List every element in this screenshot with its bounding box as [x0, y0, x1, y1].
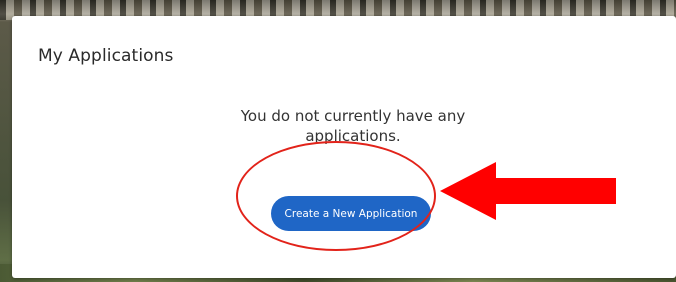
my-applications-card: My Applications You do not currently hav… — [12, 16, 676, 278]
create-new-application-button[interactable]: Create a New Application — [271, 196, 431, 231]
card-title: My Applications — [38, 46, 174, 66]
empty-state-message: You do not currently have any applicatio… — [240, 107, 466, 145]
